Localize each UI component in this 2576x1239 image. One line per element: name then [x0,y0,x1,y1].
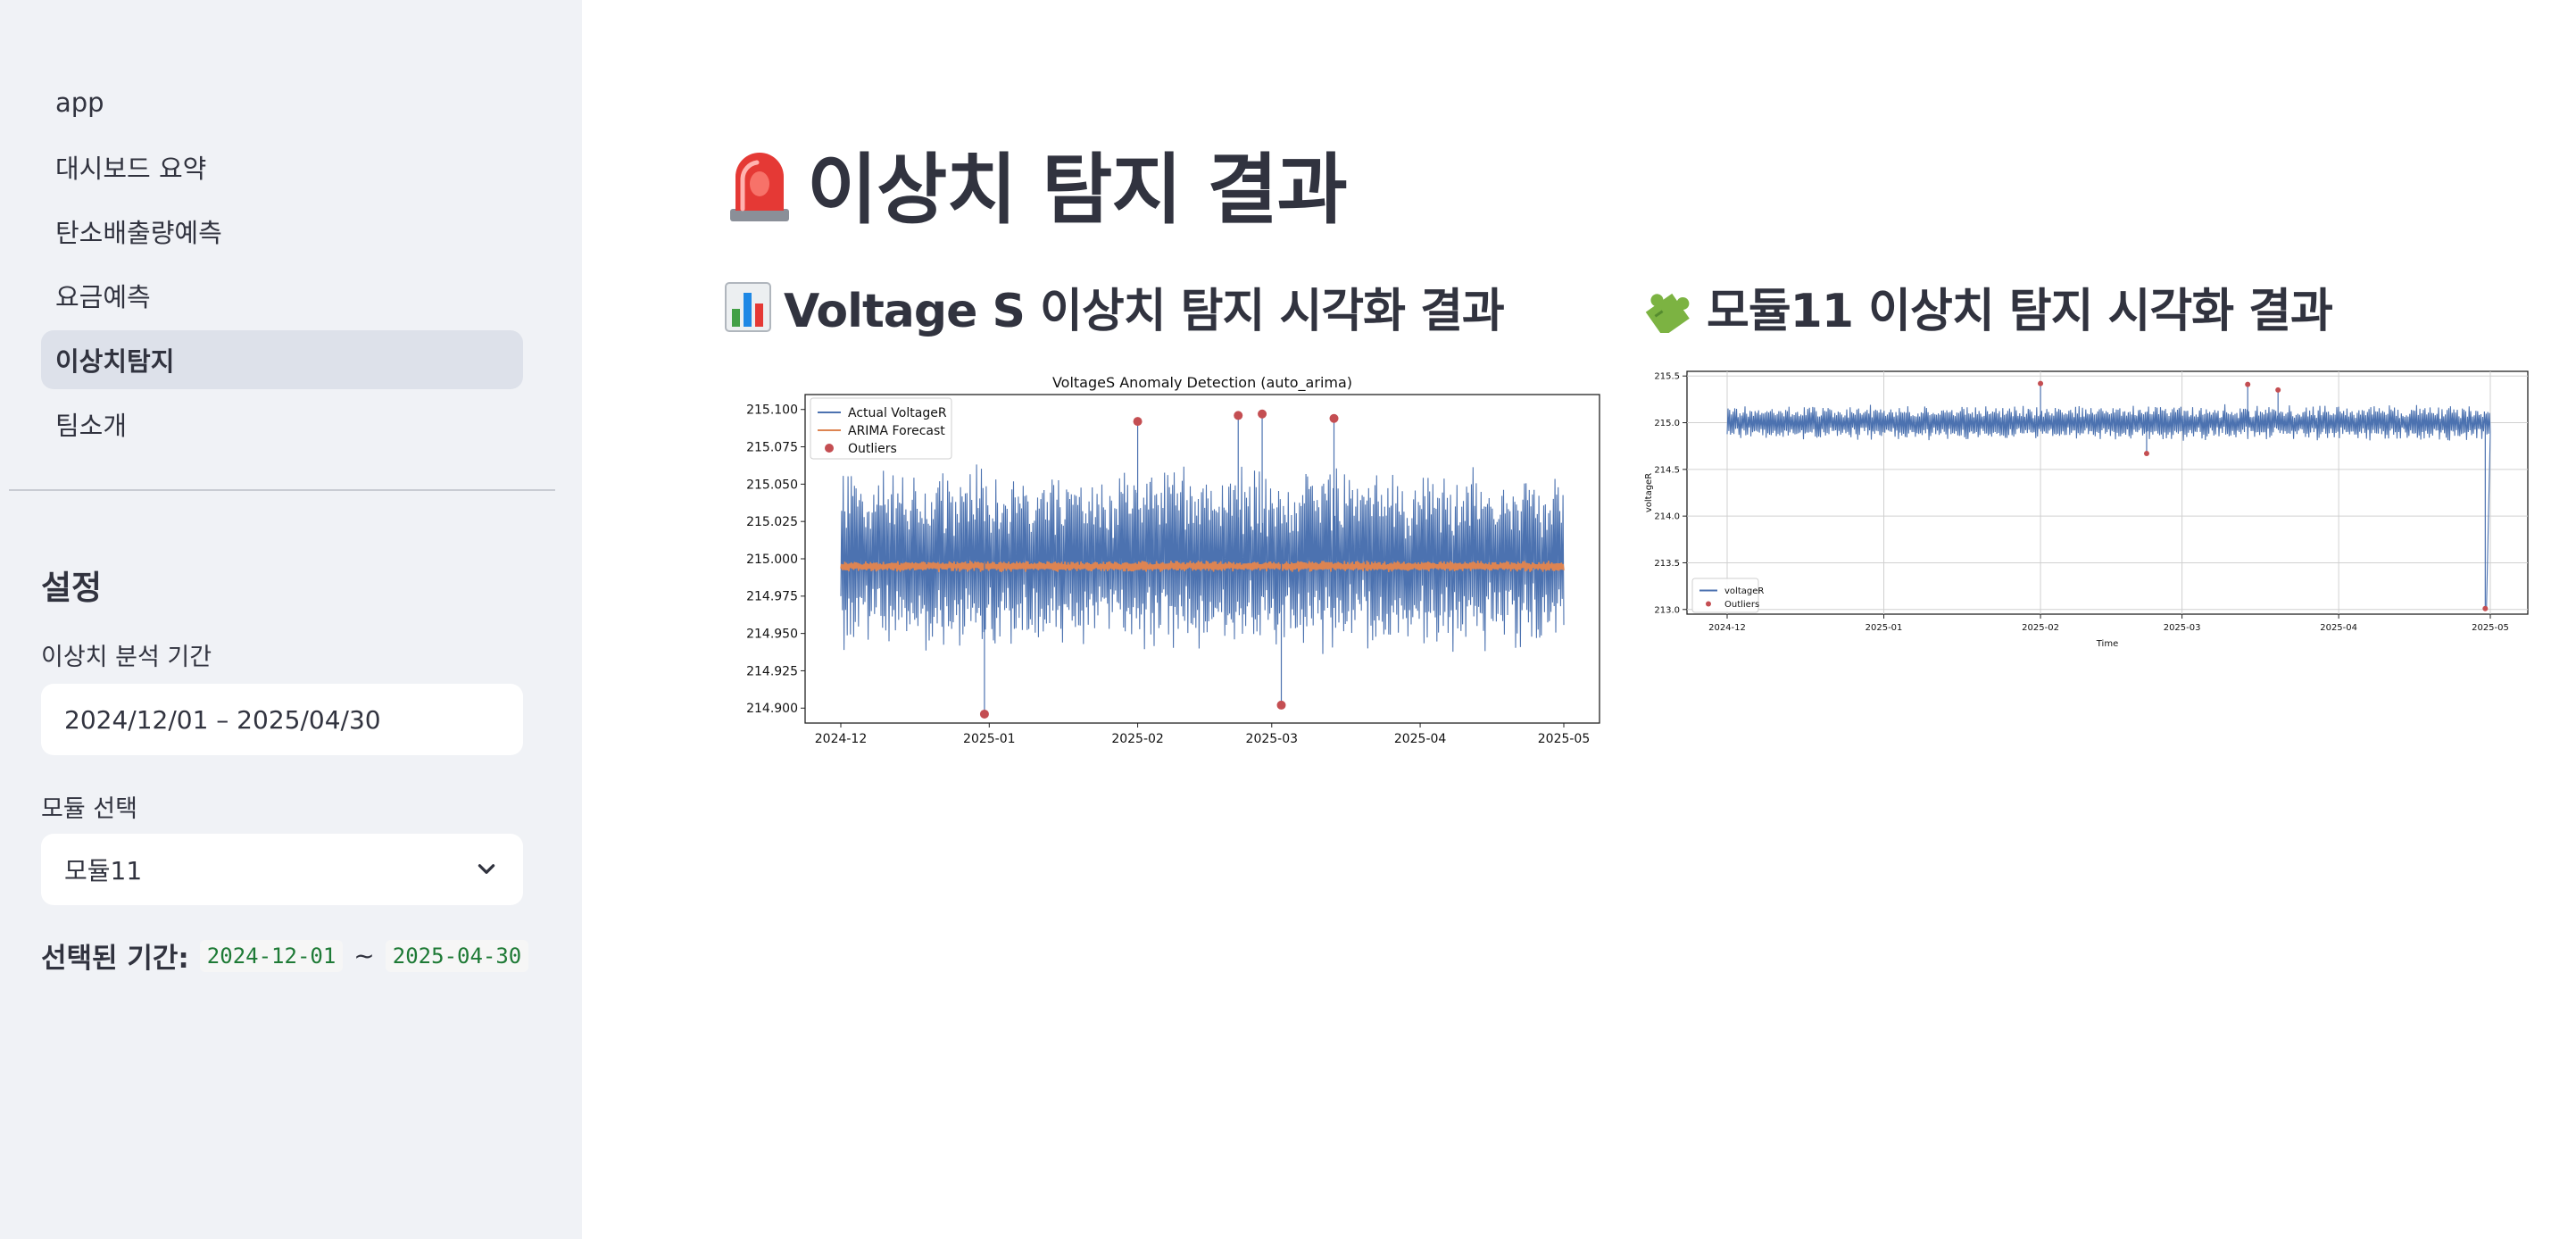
module11-chart-svg: 215.5 215.0 214.5 214.0 213.5 213.0 2024-12 202… [1644,370,2529,649]
nav-item-carbon[interactable]: 탄소배출량예측 [41,202,523,261]
y-tick-label: 215.5 [1654,372,1680,382]
module-select[interactable]: 모듈11 [41,834,523,905]
nav-item-team[interactable]: 팀소개 [41,395,523,453]
x-tick-label: 2025-01 [1866,623,1903,633]
y-tick-label: 214.975 [746,590,798,604]
legend-swatch [825,444,834,453]
outlier-point [2275,387,2281,393]
chevron-down-icon [478,864,495,874]
legend-label: Outliers [1724,600,1759,610]
right-chart-heading: 모듈11 이상치 탐지 시각화 결과 [1642,273,2333,340]
legend-label: Outliers [848,442,897,456]
y-tick-label: 215.025 [746,515,798,529]
legend-label: Actual VoltageR [848,406,947,420]
x-tick-label: 2025-04 [1394,732,1447,746]
outlier-point [979,709,989,719]
y-tick-label: 215.075 [746,440,798,454]
x-tick-label: 2025-05 [2472,623,2509,633]
voltage-s-chart: VoltageS Anomaly Detection (auto_arima) 2… [725,366,1603,750]
nav-item-anomaly[interactable]: 이상치탐지 [41,330,523,389]
settings-title: 설정 [41,569,103,607]
selected-label: 선택된 기간: [41,943,189,975]
x-tick-label: 2025-04 [2320,623,2357,633]
x-tick-label: 2025-02 [1111,732,1164,746]
outlier-point [1133,417,1143,427]
bar-chart-icon [725,281,771,332]
y-tick-label: 214.900 [746,702,798,716]
outlier-point [2245,381,2251,387]
nav-item-label: 요금예측 [55,282,151,312]
nav-item-label: 이상치탐지 [55,346,175,377]
x-tick-label: 2025-01 [963,732,1016,746]
nav-divider [9,489,555,491]
period-label: 이상치 분석 기간 [41,644,212,671]
y-tick-label: 214.950 [746,628,798,642]
nav-item-label: 탄소배출량예측 [55,218,222,248]
x-tick-label: 2024-12 [815,732,868,746]
y-tick-label: 213.0 [1654,605,1680,615]
x-tick-label: 2025-03 [1246,732,1299,746]
right-heading-text: 모듈11 이상치 탐지 시각화 결과 [1707,285,2333,338]
nav-item-label: 대시보드 요약 [55,154,207,184]
outlier-point [1276,700,1286,710]
legend-label: voltageR [1724,586,1764,596]
nav-item-label: 팀소개 [55,411,128,441]
page-title-text: 이상치 탐지 결과 [807,146,1348,235]
voltage-s-chart-svg: VoltageS Anomaly Detection (auto_arima) 2… [746,374,1600,746]
sidebar-nav: app 대시보드 요약 탄소배출량예측 요금예측 이상치탐지 팀소개 [41,73,523,459]
selected-sep: ~ [353,941,375,970]
nav-item-dashboard[interactable]: 대시보드 요약 [41,137,523,196]
period-value: 2024/12/01 – 2025/04/30 [64,704,381,735]
module-label: 모듈 선택 [41,795,137,823]
y-axis-label: voltageR [1644,473,1654,512]
left-chart-heading: Voltage S 이상치 탐지 시각화 결과 [725,273,1505,340]
chart-title: VoltageS Anomaly Detection (auto_arima) [1052,374,1352,392]
selected-end: 2025-04-30 [385,939,529,972]
left-heading-text: Voltage S 이상치 탐지 시각화 결과 [784,285,1505,338]
outlier-point [2143,451,2149,457]
x-tick-label: 2025-05 [1538,732,1591,746]
module11-chart: 215.5 215.0 214.5 214.0 213.5 213.0 2024-12 202… [1642,361,2535,652]
x-axis-label: Time [2096,639,2118,649]
x-tick-label: 2025-03 [2164,623,2201,633]
y-tick-label: 215.000 [746,553,798,567]
x-tick-label: 2025-02 [2022,623,2059,633]
outlier-point [2482,605,2489,611]
nav-item-label: app [55,87,104,118]
legend-label: ARIMA Forecast [848,424,945,438]
x-tick-label: 2024-12 [1708,623,1746,633]
y-tick-label: 213.5 [1654,559,1680,569]
siren-icon [730,152,789,221]
module-value: 모듈11 [64,856,143,886]
selected-start: 2024-12-01 [199,939,344,972]
outlier-point [2038,380,2044,387]
outlier-point [1329,413,1339,423]
puzzle-icon [1645,293,1690,333]
y-tick-label: 214.0 [1654,512,1680,522]
y-tick-label: 215.100 [746,403,798,418]
selected-period: 선택된 기간: 2024-12-01 ~ 2025-04-30 [41,935,529,976]
sidebar: app 대시보드 요약 탄소배출량예측 요금예측 이상치탐지 팀소개 설정 이상… [0,0,582,1239]
period-date-input[interactable]: 2024/12/01 – 2025/04/30 [41,684,523,755]
legend-swatch [1706,601,1711,607]
y-tick-label: 214.925 [746,664,798,678]
page-title: 이상치 탐지 결과 [725,127,1348,238]
nav-item-app[interactable]: app [41,73,523,132]
y-tick-label: 215.0 [1654,419,1680,428]
outlier-point [1234,411,1243,420]
y-tick-label: 215.050 [746,478,798,492]
outlier-point [1258,409,1267,419]
y-tick-label: 214.5 [1654,465,1680,475]
nav-item-fee[interactable]: 요금예측 [41,266,523,325]
